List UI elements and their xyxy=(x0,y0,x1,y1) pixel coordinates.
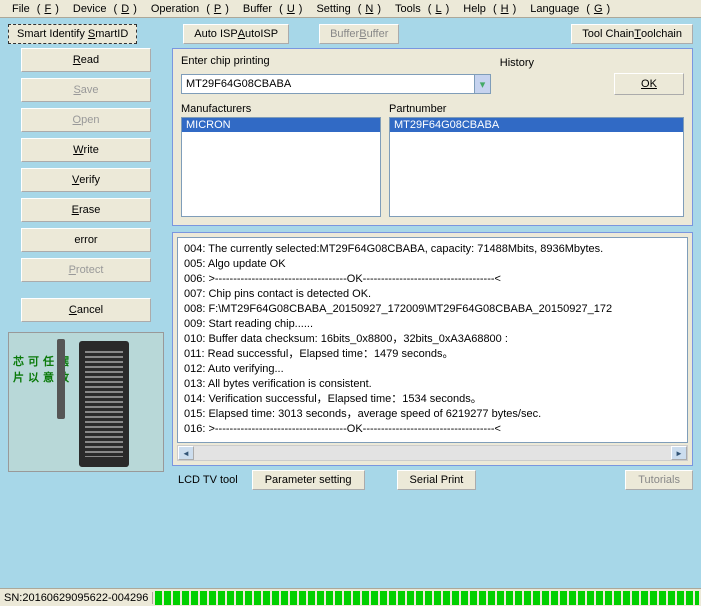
scroll-right-icon[interactable]: ► xyxy=(671,446,687,460)
protect-button[interactable]: Protect xyxy=(21,258,151,282)
chip-input[interactable] xyxy=(182,75,474,93)
chevron-down-icon[interactable]: ▾ xyxy=(474,75,490,93)
list-item[interactable]: MICRON xyxy=(182,118,380,132)
chinese-label: 芯片 xyxy=(13,353,28,369)
menu-setting[interactable]: Setting (N) xyxy=(308,3,385,15)
log-textbox[interactable]: 004: The currently selected:MT29F64G08CB… xyxy=(177,237,688,443)
manufacturers-list[interactable]: MICRON xyxy=(181,117,381,217)
enter-chip-label: Enter chip printing xyxy=(181,55,490,67)
partnumber-label: Partnumber xyxy=(389,103,684,115)
auto-isp-button[interactable]: Auto ISP AutoISP xyxy=(183,24,289,44)
log-line: 010: Buffer data checksum: 16bits_0x8800… xyxy=(184,332,681,347)
write-button[interactable]: Write xyxy=(21,138,151,162)
menu-language[interactable]: Language (G) xyxy=(522,3,614,15)
parameter-setting-button[interactable]: Parameter setting xyxy=(252,470,365,490)
log-line: 004: The currently selected:MT29F64G08CB… xyxy=(184,242,681,257)
save-button[interactable]: Save xyxy=(21,78,151,102)
menu-device[interactable]: Device (D) xyxy=(65,3,141,15)
log-line: 016: >----------------------------------… xyxy=(184,422,681,437)
manufacturers-label: Manufacturers xyxy=(181,103,381,115)
menu-help[interactable]: Help (H) xyxy=(455,3,520,15)
log-line: 015: Elapsed time: 3013 seconds，average … xyxy=(184,407,681,422)
smart-identify-button[interactable]: Smart Identify SmartID xyxy=(8,24,137,44)
chip-select-panel: Enter chip printing History ▾ OK Manufac… xyxy=(172,48,693,226)
open-button[interactable]: Open xyxy=(21,108,151,132)
scroll-left-icon[interactable]: ◄ xyxy=(178,446,194,460)
tutorials-button[interactable]: Tutorials xyxy=(625,470,693,490)
ok-button[interactable]: OK xyxy=(614,73,684,95)
toolbar: Smart Identify SmartID Auto ISP AutoISP … xyxy=(0,18,701,48)
menu-tools[interactable]: Tools (L) xyxy=(387,3,453,15)
log-line: 009: Start reading chip...... xyxy=(184,317,681,332)
log-line: 005: Algo update OK xyxy=(184,257,681,272)
partnumber-list[interactable]: MT29F64G08CBABA xyxy=(389,117,684,217)
read-button[interactable]: Read xyxy=(21,48,151,72)
horizontal-scrollbar[interactable]: ◄ ► xyxy=(177,445,688,461)
progress-bar xyxy=(155,591,699,605)
menu-file[interactable]: File (F) xyxy=(4,3,63,15)
chinese-label: 可以 xyxy=(28,353,43,369)
log-line: 012: Auto verifying... xyxy=(184,362,681,377)
error-button[interactable]: error xyxy=(21,228,151,252)
list-item[interactable]: MT29F64G08CBABA xyxy=(390,118,683,132)
log-line: 008: F:\MT29F64G08CBABA_20150927_172009\… xyxy=(184,302,681,317)
log-line: 007: Chip pins contact is detected OK. xyxy=(184,287,681,302)
log-line: 011: Read successful，Elapsed time：1479 s… xyxy=(184,347,681,362)
menu-bar: File (F) Device (D) Operation (P) Buffer… xyxy=(0,0,701,18)
menu-buffer[interactable]: Buffer (U) xyxy=(235,3,307,15)
serial-print-button[interactable]: Serial Print xyxy=(397,470,477,490)
log-line: 006: >----------------------------------… xyxy=(184,272,681,287)
chip-input-combo[interactable]: ▾ xyxy=(181,74,491,94)
buffer-button[interactable]: Buffer Buffer xyxy=(319,24,399,44)
chinese-label: 任意 xyxy=(43,353,58,369)
socket-image: 芯片 可以 任意 摆放 xyxy=(8,332,164,472)
log-panel: 004: The currently selected:MT29F64G08CB… xyxy=(172,232,693,466)
toolchain-button[interactable]: Tool Chain Toolchain xyxy=(571,24,693,44)
log-line: 013: All bytes verification is consisten… xyxy=(184,377,681,392)
erase-button[interactable]: Erase xyxy=(21,198,151,222)
verify-button[interactable]: Verify xyxy=(21,168,151,192)
serial-number: SN:20160629095622-004296 xyxy=(0,592,153,604)
history-label: History xyxy=(500,57,534,69)
status-bar: SN:20160629095622-004296 xyxy=(0,588,701,606)
lcd-tv-label: LCD TV tool xyxy=(178,474,238,486)
log-line: 014: Verification successful，Elapsed tim… xyxy=(184,392,681,407)
menu-operation[interactable]: Operation (P) xyxy=(143,3,233,15)
sidebar: Read Save Open Write Verify Erase error … xyxy=(8,48,164,490)
cancel-button[interactable]: Cancel xyxy=(21,298,151,322)
